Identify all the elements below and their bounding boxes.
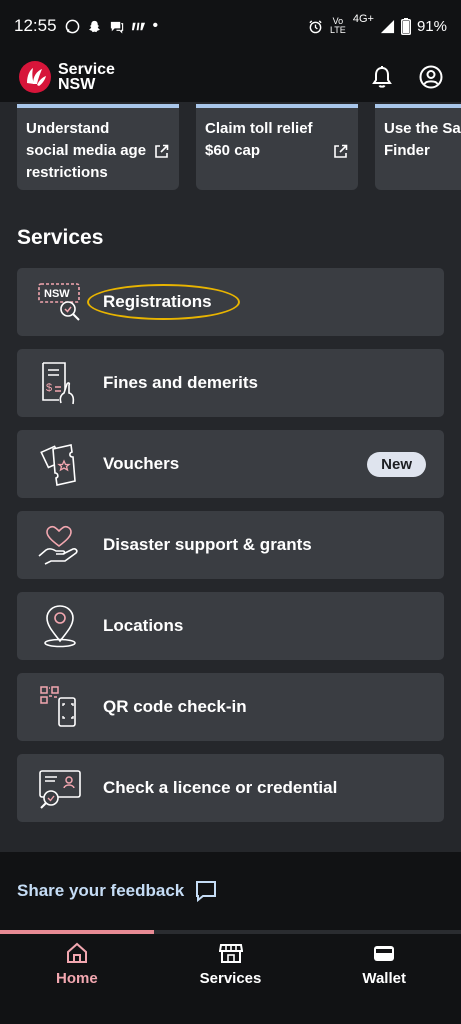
status-bar: 12:55 • Vo LTE 4G+ 91% <box>0 0 461 52</box>
services-title: Services <box>17 226 104 249</box>
wallet-icon <box>374 946 395 961</box>
svg-text:$: $ <box>46 382 52 394</box>
more-dot-icon: • <box>152 17 159 34</box>
service-item-disaster-support[interactable]: Disaster support & grants <box>17 511 444 579</box>
app-header: Service NSW <box>0 52 461 102</box>
annotation-highlight-ellipse <box>87 284 240 320</box>
speech-bubble-icon <box>196 881 217 903</box>
external-link-icon <box>155 144 169 158</box>
waratah-logo-icon <box>19 61 51 93</box>
signal-icon <box>380 19 395 33</box>
battery-percent: 91% <box>416 17 447 35</box>
nav-indicator-active <box>0 930 154 934</box>
promo-card-toll-relief[interactable]: Claim toll relief $60 cap <box>196 104 358 190</box>
notification-icons: • <box>65 17 159 35</box>
feedback-label: Share your feedback <box>17 881 185 900</box>
logo-line2: NSW <box>58 76 96 93</box>
alarm-icon <box>309 19 322 33</box>
promo-card-finder[interactable]: Use the Sa Finder <box>375 104 461 190</box>
qr-phone-icon <box>37 684 83 730</box>
svg-text:NSW: NSW <box>44 288 70 300</box>
service-item-check-licence[interactable]: Check a licence or credential <box>17 754 444 822</box>
account-icon[interactable] <box>419 65 443 89</box>
nsw-registration-icon: NSW <box>37 279 83 325</box>
volte-label: Vo LTE <box>329 16 346 35</box>
network-label: 4G+ <box>352 13 374 25</box>
notification-bell-icon[interactable] <box>371 65 393 89</box>
promo-card-text: Understand social media age restrictions <box>26 120 147 181</box>
service-label: QR code check-in <box>103 697 247 716</box>
whatsapp-icon <box>65 19 79 33</box>
service-item-fines[interactable]: $ Fines and demerits <box>17 349 444 417</box>
nav-label: Home <box>55 970 98 987</box>
service-item-registrations[interactable]: NSW Registrations <box>17 268 444 336</box>
main-content: Understand social media age restrictions… <box>0 102 461 852</box>
battery-icon <box>400 17 411 35</box>
services-list: NSW Registrations $ Fines and demerits V… <box>17 268 444 835</box>
promo-card-text: Use the Sa Finder <box>384 120 461 159</box>
promo-cards-row: Understand social media age restrictions… <box>17 104 461 190</box>
home-icon <box>66 942 87 963</box>
logo-line1: Service <box>58 61 115 78</box>
service-label: Check a licence or credential <box>103 778 338 797</box>
service-item-vouchers[interactable]: Vouchers New <box>17 430 444 498</box>
app-icon <box>131 22 145 30</box>
service-label: Locations <box>103 616 184 635</box>
snapchat-icon <box>88 20 100 32</box>
promo-card-social-media[interactable]: Understand social media age restrictions <box>17 104 179 190</box>
nav-item-wallet[interactable]: Wallet <box>307 942 461 987</box>
status-right: Vo LTE 4G+ 91% <box>308 13 447 35</box>
service-item-qr-check-in[interactable]: QR code check-in <box>17 673 444 741</box>
service-label: Vouchers <box>103 454 180 473</box>
fines-document-icon: $ <box>37 360 83 406</box>
nav-label: Wallet <box>362 970 406 987</box>
external-link-icon <box>334 144 348 158</box>
nav-label: Services <box>199 970 262 987</box>
location-pin-icon <box>37 603 83 649</box>
service-nsw-logo[interactable]: Service NSW <box>18 60 115 94</box>
feedback-link[interactable]: Share your feedback <box>0 852 461 930</box>
chat-icon <box>110 21 123 33</box>
service-item-locations[interactable]: Locations <box>17 592 444 660</box>
nav-item-services[interactable]: Services <box>154 942 308 987</box>
nav-item-home[interactable]: Home <box>0 942 154 987</box>
store-icon <box>218 944 243 963</box>
voucher-icon <box>37 441 83 487</box>
status-time: 12:55 <box>14 16 57 35</box>
licence-check-icon <box>37 765 83 811</box>
bottom-navigation: Home Services Wallet <box>0 930 461 1024</box>
service-label: Disaster support & grants <box>103 535 312 554</box>
heart-hand-icon <box>37 522 83 568</box>
promo-card-text: Claim toll relief $60 cap <box>205 120 313 159</box>
new-badge: New <box>367 451 426 477</box>
service-label: Fines and demerits <box>103 373 258 392</box>
